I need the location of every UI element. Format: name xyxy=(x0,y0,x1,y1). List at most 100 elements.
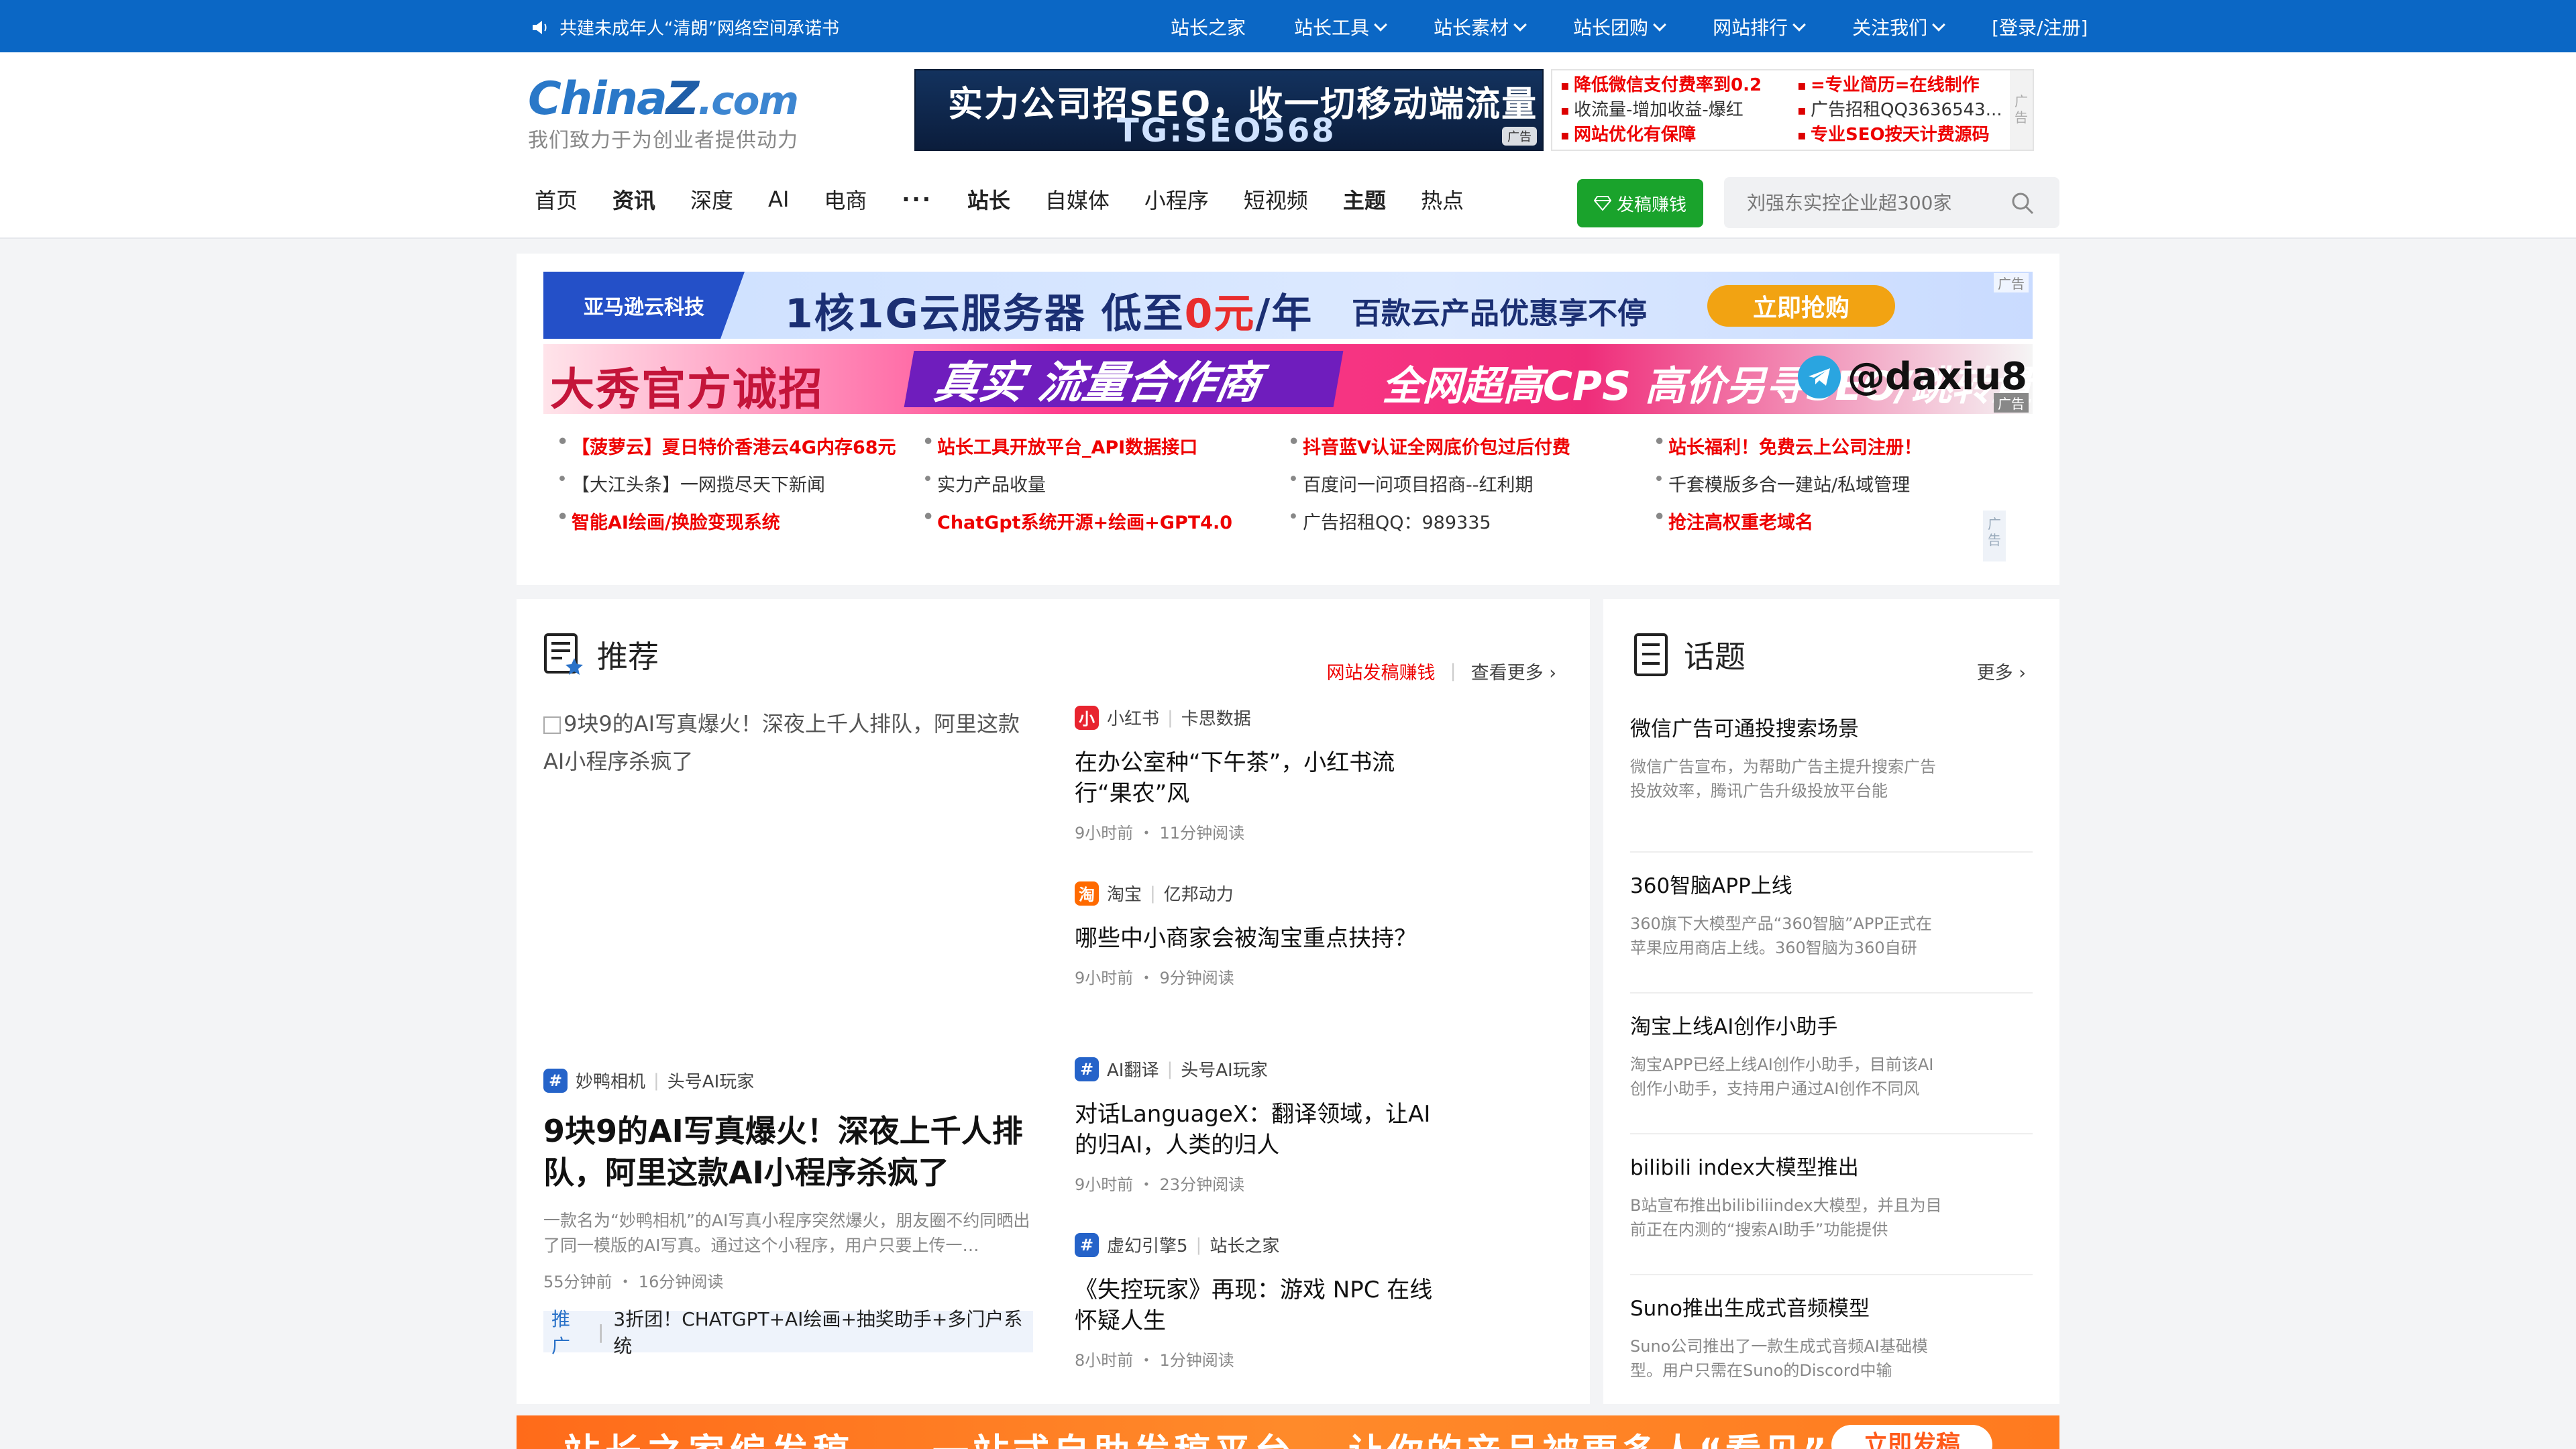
article-title[interactable]: 对话LanguageX：翻译领域，让AI的归AI，人类的归人 xyxy=(1075,1099,1450,1161)
ad-text-link[interactable]: 实力产品收量 xyxy=(922,469,1288,496)
site-logo[interactable]: ChinaZ.com 我们致力于为创业者提供动力 xyxy=(528,72,799,153)
top-nav-item[interactable]: 站长工具 xyxy=(1294,13,1387,40)
daxiu-ad-a: 大秀官方诚招 xyxy=(550,364,824,414)
divider: | xyxy=(1167,707,1173,728)
article-author[interactable]: 亿邦动力 xyxy=(1164,881,1234,906)
publish-now-button[interactable]: 立即发稿 xyxy=(1831,1425,1992,1449)
promo-link[interactable]: 推广 | 3折团！CHATGPT+AI绘画+抽奖助手+多门户系统 xyxy=(543,1308,1033,1357)
ad-text-link[interactable]: 抖音蓝V认证全网底价包过后付费 xyxy=(1288,431,1654,459)
featured-article[interactable]: 9块9的AI写真爆火！深夜上千人排队，阿里这款AI小程序杀疯了 # 妙鸭相机 |… xyxy=(543,705,1033,1357)
top-nav-item[interactable]: 关注我们 xyxy=(1852,13,1945,40)
top-nav-item[interactable]: 站长之家 xyxy=(1171,13,1246,40)
article-title[interactable]: 在办公室种“下午茶”，小红书流行“果农”风 xyxy=(1075,747,1450,809)
bottom-ad-c: 让你的产品被更多人“看见” xyxy=(1348,1422,1829,1449)
ad-text-link[interactable]: 站长福利！免费云上公司注册！ xyxy=(1654,431,2019,459)
search-icon[interactable] xyxy=(2011,192,2034,215)
list-item[interactable]: 淘淘宝 | 亿邦动力 哪些中小商家会被淘宝重点扶持？ 9小时前 ・ 9分钟阅读 xyxy=(1075,881,1450,1057)
topic-item[interactable]: 360智脑APP上线 360旗下大模型产品“360智脑”APP正式在苹果应用商店上… xyxy=(1630,853,2033,994)
nav-item[interactable]: 深度 xyxy=(690,184,733,215)
article-author[interactable]: 头号AI玩家 xyxy=(667,1068,754,1093)
notice-link[interactable]: 共建未成年人“清朗”网络空间承诺书 xyxy=(531,15,839,40)
nav-item[interactable]: AI xyxy=(768,186,789,212)
search-input[interactable] xyxy=(1747,189,2002,216)
topic-item[interactable]: bilibili index大模型推出 B站宣布推出bilibiliindex大模… xyxy=(1630,1134,2033,1275)
ad-text-link[interactable]: ChatGpt系统开源+绘画+GPT4.0 xyxy=(922,506,1288,534)
header-ad-banner[interactable]: 实力公司招SEO，收一切移动端流量 TG:SEO568 广告 xyxy=(914,69,1544,151)
ad-text-link[interactable]: 广告招租QQ：989335 xyxy=(1288,506,1654,534)
topic-item[interactable]: 淘宝上线AI创作小助手 淘宝APP已经上线AI创作小助手，目前该AI创作小助手，支… xyxy=(1630,994,2033,1134)
featured-image[interactable]: 9块9的AI写真爆火！深夜上千人排队，阿里这款AI小程序杀疯了 xyxy=(543,705,1033,1044)
list-item[interactable]: # AI翻译 | 头号AI玩家 对话LanguageX：翻译领域，让AI的归AI，人类的… xyxy=(1075,1057,1450,1232)
nav-item[interactable]: 热点 xyxy=(1421,184,1464,215)
article-time: 8小时前 ・ 1分钟阅读 xyxy=(1075,1351,1234,1370)
nav-item[interactable]: 电商 xyxy=(824,184,867,215)
header-ad-link[interactable]: 广告招租QQ3636543... xyxy=(1796,98,2027,123)
article-source[interactable]: 妙鸭相机 xyxy=(576,1068,645,1093)
list-item[interactable]: 小小红书 | 卡思数据 在办公室种“下午茶”，小红书流行“果农”风 9小时前 ・ 11分… xyxy=(1075,705,1450,881)
header-ad-link[interactable]: 收流量-增加收益-爆红 xyxy=(1559,98,1790,123)
recommend-list: 小小红书 | 卡思数据 在办公室种“下午茶”，小红书流行“果农”风 9小时前 ・ 11分… xyxy=(1075,705,1450,1408)
article-title[interactable]: 哪些中小商家会被淘宝重点扶持？ xyxy=(1075,923,1450,954)
list-item[interactable]: # 虚幻引擎5 | 站长之家 《失控玩家》再现：游戏 NPC 在线怀疑人生 8小时前 ・ … xyxy=(1075,1232,1450,1408)
topic-title[interactable]: 微信广告可通投搜索场景 xyxy=(1630,714,2033,744)
nav-item[interactable]: 短视频 xyxy=(1244,184,1308,215)
ad-text-link[interactable]: 【菠萝云】夏日特价香港云4G内存68元 xyxy=(557,431,922,459)
ad-text-link[interactable]: 抢注高权重老域名 xyxy=(1654,506,2019,534)
speaker-icon xyxy=(533,20,547,34)
top-nav-item[interactable]: 站长团购 xyxy=(1573,13,1666,40)
ad-text-link[interactable]: 百度问一问项目招商--红利期 xyxy=(1288,469,1654,496)
nav-item[interactable]: 首页 xyxy=(535,184,578,215)
header-ad-link[interactable]: =专业简历=在线制作 xyxy=(1796,73,2027,98)
article-author[interactable]: 头号AI玩家 xyxy=(1181,1057,1267,1081)
nav-item[interactable]: 资讯 xyxy=(612,184,655,215)
top-nav-item[interactable]: 站长素材 xyxy=(1434,13,1527,40)
article-source[interactable]: AI翻译 xyxy=(1107,1057,1159,1081)
ad-tag: 广告 xyxy=(1502,127,1537,146)
header-ad-link[interactable]: 网站优化有保障 xyxy=(1559,123,1790,148)
contribute-button[interactable]: 发稿赚钱 xyxy=(1577,179,1703,227)
topics-panel: 话题 更多 › 微信广告可通投搜索场景 微信广告宣布，为帮助广告主提升搜索广告投放… xyxy=(1603,599,2059,1404)
article-author[interactable]: 卡思数据 xyxy=(1181,705,1251,730)
buy-now-button[interactable]: 立即抢购 xyxy=(1707,285,1895,327)
bottom-ad-banner[interactable]: 站长之家编发稿 一站式自助发稿平台 让你的产品被更多人“看见” 立即发稿 xyxy=(517,1415,2059,1449)
header-text-ads: 降低微信支付费率到0.2收流量-增加收益-爆红网站优化有保障 =专业简历=在线制… xyxy=(1551,69,2034,151)
topic-title[interactable]: Suno推出生成式音频模型 xyxy=(1630,1294,2033,1324)
top-nav-item[interactable]: 网站排行 xyxy=(1713,13,1806,40)
article-title[interactable]: 《失控玩家》再现：游戏 NPC 在线怀疑人生 xyxy=(1075,1275,1450,1336)
ad-text-link[interactable]: 智能AI绘画/换脸变现系统 xyxy=(557,506,922,534)
cloud-ad-banner[interactable]: 亚马逊云科技 1核1G云服务器 低至0元/年 百款云产品优惠享不停 立即抢购 广… xyxy=(543,272,2033,339)
nav-item[interactable]: 小程序 xyxy=(1144,184,1209,215)
ad-text-link[interactable]: 站长工具开放平台_API数据接口 xyxy=(922,431,1288,459)
logo-slogan: 我们致力于为创业者提供动力 xyxy=(528,129,798,152)
top-nav-item[interactable]: [登录/注册] xyxy=(1992,13,2088,40)
topics-icon xyxy=(1634,633,1668,676)
topics-more-link[interactable]: 更多 › xyxy=(1977,658,2026,684)
contribute-link[interactable]: 网站发稿赚钱 xyxy=(1326,658,1435,684)
more-menu-icon[interactable]: ··· xyxy=(902,186,932,212)
nav-item[interactable]: 站长 xyxy=(967,184,1010,215)
ad-text-link[interactable]: 千套模版多合一建站/私域管理 xyxy=(1654,469,2019,496)
ad-links-row: 智能AI绘画/换脸变现系统ChatGpt系统开源+绘画+GPT4.0广告招租QQ… xyxy=(557,502,2019,539)
divider: | xyxy=(1450,661,1456,682)
top-nav-label: [登录/注册] xyxy=(1992,17,2088,39)
ad-text-link[interactable]: 【大江头条】一网揽尽天下新闻 xyxy=(557,469,922,496)
daxiu-ad-banner[interactable]: 大秀官方诚招 真实 流量合作商 全网超高CPS 高价另寻SEO/跳转量 @dax… xyxy=(543,344,2033,414)
broken-image-icon xyxy=(543,716,561,734)
header-ad-link[interactable]: 专业SEO按天计费源码 xyxy=(1796,123,2027,148)
article-source[interactable]: 淘宝 xyxy=(1107,881,1142,906)
header-ad-link[interactable]: 降低微信支付费率到0.2 xyxy=(1559,73,1790,98)
article-source[interactable]: 小红书 xyxy=(1107,705,1159,730)
top-nav-label: 站长素材 xyxy=(1434,17,1509,39)
featured-title[interactable]: 9块9的AI写真爆火！深夜上千人排队，阿里这款AI小程序杀疯了 xyxy=(543,1110,1033,1193)
article-time: 9小时前 ・ 9分钟阅读 xyxy=(1075,969,1234,987)
nav-item[interactable]: 主题 xyxy=(1343,184,1386,215)
article-author[interactable]: 站长之家 xyxy=(1210,1232,1279,1257)
topic-title[interactable]: 360智脑APP上线 xyxy=(1630,871,2033,901)
topic-item[interactable]: Suno推出生成式音频模型 Suno公司推出了一款生成式音频AI基础模型。用户只需… xyxy=(1630,1275,2033,1416)
article-source[interactable]: 虚幻引擎5 xyxy=(1107,1232,1188,1257)
topic-title[interactable]: bilibili index大模型推出 xyxy=(1630,1153,2033,1183)
topic-item[interactable]: 微信广告可通投搜索场景 微信广告宣布，为帮助广告主提升搜索广告投放效率，腾讯广告升… xyxy=(1630,712,2033,853)
view-more-link[interactable]: 查看更多 › xyxy=(1471,658,1556,684)
nav-item[interactable]: 自媒体 xyxy=(1045,184,1110,215)
topic-title[interactable]: 淘宝上线AI创作小助手 xyxy=(1630,1012,2033,1042)
